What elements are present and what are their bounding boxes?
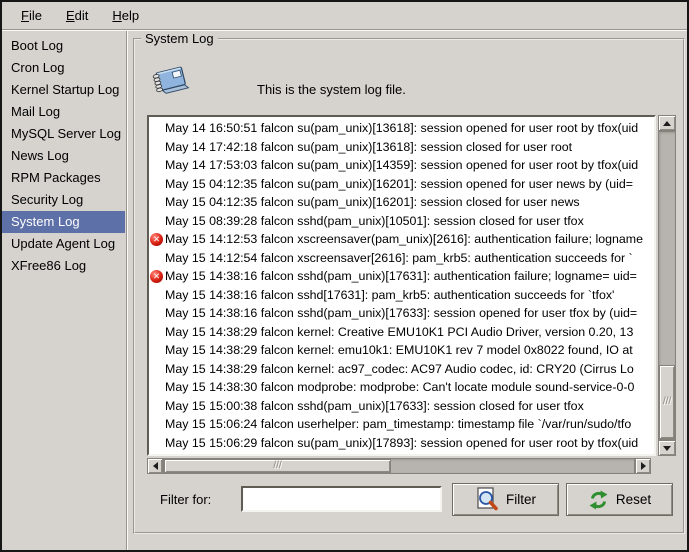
horizontal-scrollbar-thumb[interactable]: /// <box>164 459 391 473</box>
sidebar-item-security-log[interactable]: Security Log <box>2 189 125 211</box>
error-icon <box>150 233 163 246</box>
log-row[interactable]: May 15 14:38:29 falcon kernel: ac97_code… <box>149 360 654 379</box>
sidebar-item-news-log[interactable]: News Log <box>2 145 125 167</box>
left-arrow-icon <box>153 462 158 470</box>
right-arrow-icon <box>641 462 646 470</box>
reset-button-label: Reset <box>616 492 651 507</box>
system-log-groupbox: System Log This is the system log file. <box>133 38 685 534</box>
sidebar-item-mail-log[interactable]: Mail Log <box>2 101 125 123</box>
log-row[interactable]: May 15 14:38:16 falcon sshd(pam_unix)[17… <box>149 304 654 323</box>
log-row[interactable]: May 15 14:12:54 falcon xscreensaver[2616… <box>149 249 654 268</box>
reset-button[interactable]: Reset <box>566 483 673 516</box>
horizontal-scrollbar-trough[interactable]: /// <box>163 458 635 474</box>
filter-input[interactable] <box>241 486 442 512</box>
sidebar-item-cron-log[interactable]: Cron Log <box>2 57 125 79</box>
book-icon <box>149 60 191 100</box>
log-row-error[interactable]: May 15 14:38:16 falcon sshd(pam_unix)[17… <box>149 267 654 286</box>
vertical-scrollbar[interactable]: /// <box>658 115 676 456</box>
thumb-grip: /// <box>663 397 671 407</box>
groupbox-title: System Log <box>141 31 218 46</box>
scroll-up-button[interactable] <box>658 115 676 131</box>
log-list-sidebar: Boot Log Cron Log Kernel Startup Log Mai… <box>2 32 125 550</box>
sidebar-item-system-log[interactable]: System Log <box>2 211 125 233</box>
log-row[interactable]: May 14 17:42:18 falcon su(pam_unix)[1361… <box>149 138 654 157</box>
sidebar-item-kernel-startup-log[interactable]: Kernel Startup Log <box>2 79 125 101</box>
filter-button-label: Filter <box>506 492 536 507</box>
log-row[interactable]: May 14 17:53:03 falcon su(pam_unix)[1435… <box>149 156 654 175</box>
log-row[interactable]: May 15 04:12:35 falcon su(pam_unix)[1620… <box>149 193 654 212</box>
log-row[interactable]: May 15 14:38:29 falcon kernel: Creative … <box>149 323 654 342</box>
pane-separator <box>126 31 128 550</box>
menu-bar: File Edit Help <box>2 2 687 29</box>
scroll-right-button[interactable] <box>635 458 651 474</box>
up-arrow-icon <box>663 121 671 126</box>
menu-help[interactable]: Help <box>100 4 151 27</box>
scroll-down-button[interactable] <box>658 440 676 456</box>
log-content-list[interactable]: May 14 16:50:51 falcon su(pam_unix)[1361… <box>147 115 656 456</box>
down-arrow-icon <box>663 446 671 451</box>
thumb-grip: /// <box>273 461 281 471</box>
log-row[interactable]: May 15 14:38:29 falcon kernel: emu10k1: … <box>149 341 654 360</box>
menu-edit[interactable]: Edit <box>54 4 100 27</box>
sidebar-item-update-agent-log[interactable]: Update Agent Log <box>2 233 125 255</box>
sidebar-item-xfree86-log[interactable]: XFree86 Log <box>2 255 125 277</box>
log-description: This is the system log file. <box>257 82 406 97</box>
horizontal-scrollbar[interactable]: /// <box>147 458 651 474</box>
filter-button[interactable]: Filter <box>452 483 559 516</box>
menu-file[interactable]: File <box>9 4 54 27</box>
vertical-scrollbar-trough[interactable]: /// <box>658 131 676 440</box>
log-row[interactable]: May 15 15:00:38 falcon sshd(pam_unix)[17… <box>149 397 654 416</box>
search-document-icon <box>475 487 499 513</box>
sidebar-item-boot-log[interactable]: Boot Log <box>2 35 125 57</box>
log-viewer-window: File Edit Help Boot Log Cron Log Kernel … <box>0 0 689 552</box>
log-row[interactable]: May 15 08:39:28 falcon sshd(pam_unix)[10… <box>149 212 654 231</box>
menu-separator <box>2 29 687 31</box>
log-row[interactable]: May 15 14:38:16 falcon sshd[17631]: pam_… <box>149 286 654 305</box>
refresh-icon <box>588 490 609 510</box>
sidebar-item-rpm-packages[interactable]: RPM Packages <box>2 167 125 189</box>
log-row[interactable]: May 15 15:06:29 falcon su(pam_unix)[1789… <box>149 434 654 453</box>
log-row[interactable]: May 14 16:50:51 falcon su(pam_unix)[1361… <box>149 119 654 138</box>
log-row[interactable]: May 15 15:06:24 falcon userhelper: pam_t… <box>149 415 654 434</box>
log-row-error[interactable]: May 15 14:12:53 falcon xscreensaver(pam_… <box>149 230 654 249</box>
sidebar-item-mysql-server-log[interactable]: MySQL Server Log <box>2 123 125 145</box>
filter-label: Filter for: <box>160 492 211 507</box>
log-row[interactable]: May 15 14:38:30 falcon modprobe: modprob… <box>149 378 654 397</box>
log-row[interactable]: May 15 04:12:35 falcon su(pam_unix)[1620… <box>149 175 654 194</box>
vertical-scrollbar-thumb[interactable]: /// <box>659 365 675 439</box>
error-icon <box>150 270 163 283</box>
scroll-left-button[interactable] <box>147 458 163 474</box>
